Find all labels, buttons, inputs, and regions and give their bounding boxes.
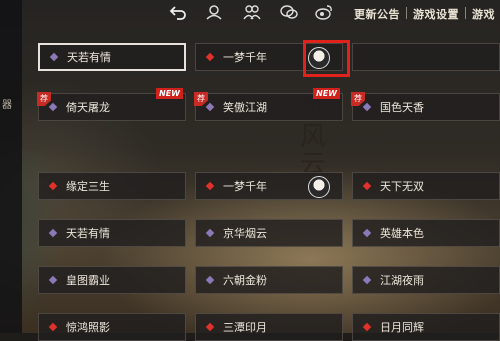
server-name: 英雄本色 [380,227,424,240]
player-avatar-icon[interactable] [308,176,330,198]
menu-game-settings[interactable]: 游戏设置 [413,6,459,22]
server-name: 天下无双 [380,180,424,193]
status-diamond-purple-icon [205,275,215,285]
server-card[interactable]: 天若有情 [38,219,186,247]
new-badge: NEW [156,88,183,99]
back-icon[interactable] [168,4,188,20]
server-name: 国色天香 [380,101,424,114]
status-diamond-red-icon [205,322,215,332]
server-card[interactable]: 笑傲江湖 荐 NEW [194,88,343,121]
server-card[interactable]: 皇图霸业 [38,266,186,294]
menu-divider [465,7,466,19]
server-card[interactable]: 缘定三生 [38,172,186,200]
status-diamond-purple-icon [362,102,372,112]
status-diamond-red-icon [362,322,372,332]
server-name: 天若有情 [67,51,111,64]
server-card[interactable]: 江湖夜雨 [352,266,500,294]
status-diamond-red-icon [362,181,372,191]
server-card[interactable]: 日月同辉 [352,313,500,341]
status-diamond-purple-icon [205,102,215,112]
server-card[interactable]: 天若有情 [38,43,186,71]
status-diamond-red-icon [48,181,58,191]
server-card[interactable]: 六朝金粉 [195,266,343,294]
server-card [352,43,500,71]
server-card[interactable]: 天下无双 [352,172,500,200]
server-name: 六朝金粉 [223,274,267,287]
server-card[interactable]: 倚天屠龙 荐 NEW [37,88,186,121]
status-diamond-red-icon [205,52,215,62]
chat-icon[interactable] [279,4,299,20]
server-card[interactable]: 惊鸿照影 [38,313,186,341]
left-sidebar: 器 [0,0,22,333]
status-diamond-purple-icon [49,52,59,62]
server-name: 皇图霸业 [66,274,110,287]
account-icon[interactable] [204,4,224,20]
friends-icon[interactable] [242,4,262,20]
new-badge: NEW [313,88,340,99]
server-card[interactable]: 三潭印月 [195,313,343,341]
status-diamond-purple-icon [48,275,58,285]
recommend-badge: 荐 [37,92,51,106]
status-diamond-red-icon [48,322,58,332]
server-name: 京华烟云 [223,227,267,240]
status-diamond-red-icon [205,181,215,191]
status-diamond-purple-icon [205,228,215,238]
server-name: 天若有情 [66,227,110,240]
server-name: 缘定三生 [66,180,110,193]
server-name: 一梦千年 [223,51,267,64]
server-card[interactable]: 国色天香 荐 [351,92,500,121]
status-diamond-purple-icon [362,275,372,285]
server-name: 笑傲江湖 [223,101,267,114]
server-name: 江湖夜雨 [380,274,424,287]
status-diamond-purple-icon [48,102,58,112]
server-card[interactable]: 京华烟云 [195,219,343,247]
server-card[interactable]: 一梦千年 [195,172,343,200]
menu-divider [406,7,407,19]
menu-update-notice[interactable]: 更新公告 [354,6,400,22]
server-card[interactable]: 英雄本色 [352,219,500,247]
left-sidebar-glyph: 器 [2,100,12,111]
status-diamond-purple-icon [48,228,58,238]
status-diamond-purple-icon [362,228,372,238]
weibo-icon[interactable] [314,4,334,20]
recommend-badge: 荐 [194,92,208,106]
server-name: 一梦千年 [223,180,267,193]
recommend-badge: 荐 [351,92,365,106]
server-name: 倚天屠龙 [66,101,110,114]
menu-game[interactable]: 游戏 [472,6,495,22]
highlight-box [303,40,350,77]
